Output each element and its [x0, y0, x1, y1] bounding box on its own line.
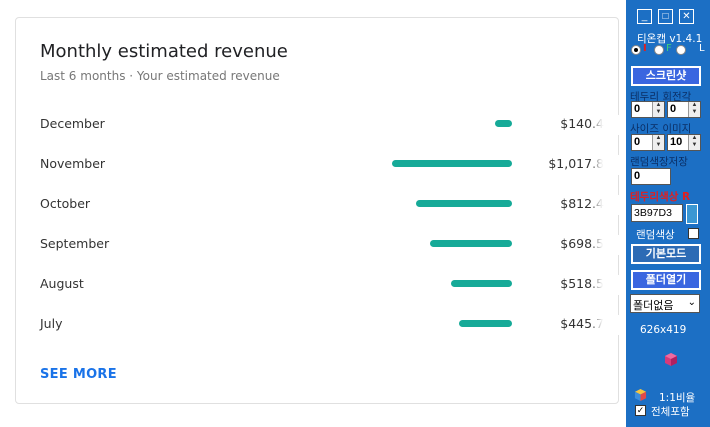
card-subtitle: Last 6 months · Your estimated revenue: [40, 69, 280, 83]
include-all-label: 전체포함: [651, 406, 690, 418]
image-spinner[interactable]: 10 ▲ ▼: [667, 134, 701, 151]
value-fade-overlay: [590, 115, 620, 135]
maximize-icon[interactable]: □: [658, 9, 673, 24]
revenue-row: October $812.4: [16, 195, 620, 237]
revenue-bar: [495, 120, 512, 127]
radio-l[interactable]: [676, 45, 686, 55]
revenue-row: July $445.7: [16, 315, 620, 357]
random-save-label: 랜덤색장저장: [630, 156, 688, 168]
revenue-row: August $518.5: [16, 275, 620, 317]
month-label: August: [40, 276, 84, 291]
image-value: 10: [670, 136, 683, 148]
size-spinner[interactable]: 0 ▲ ▼: [631, 134, 665, 151]
spin-arrows-icon[interactable]: ▲ ▼: [688, 135, 700, 150]
border-color-suffix: R: [681, 191, 691, 203]
revenue-row: December $140.4: [16, 115, 620, 157]
revenue-bar: [429, 240, 512, 247]
cube-icon[interactable]: [664, 352, 678, 370]
random-save-value: 0: [634, 170, 641, 182]
radio-f-label: F: [666, 43, 672, 54]
spin-arrows-icon[interactable]: ▲ ▼: [652, 102, 664, 117]
folder-select[interactable]: 폴더없음 ⌄: [630, 294, 700, 313]
month-label: October: [40, 196, 91, 211]
revenue-bar: [459, 320, 512, 327]
random-color-label: 랜덤색상: [636, 229, 675, 241]
radio-l-label: L: [699, 43, 705, 54]
value-fade-overlay: [590, 235, 620, 255]
month-label: November: [40, 156, 106, 171]
border-color-label: 테두리색상 R: [630, 189, 690, 204]
capture-area: Monthly estimated revenue Last 6 months …: [0, 0, 626, 427]
revenue-bar: [450, 280, 512, 287]
month-label: September: [40, 236, 110, 251]
revenue-bar: [416, 200, 512, 207]
rotate-value: 0: [670, 103, 677, 115]
open-folder-button[interactable]: 폴더열기: [631, 270, 701, 290]
rotate-spinner[interactable]: 0 ▲ ▼: [667, 101, 701, 118]
basic-mode-button[interactable]: 기본모드: [631, 244, 701, 264]
radio-i-label: I: [643, 43, 647, 54]
random-color-checkbox[interactable]: [688, 228, 699, 239]
month-label: July: [40, 316, 63, 331]
color-cube-icon[interactable]: [634, 388, 647, 405]
capture-dimensions: 626x419: [640, 324, 687, 336]
ratio-label: 1:1비율: [659, 392, 696, 404]
chevron-down-icon: ⌄: [687, 297, 696, 308]
spin-arrows-icon[interactable]: ▲ ▼: [688, 102, 700, 117]
close-icon[interactable]: ✕: [679, 9, 694, 24]
capture-tool-panel: _ □ ✕ 티온캡 v1.4.1 I F L 스크린샷 테두리 회전각 0 ▲ ▼ …: [626, 0, 710, 427]
revenue-card: Monthly estimated revenue Last 6 months …: [15, 17, 620, 404]
border-color-value: 3B97D3: [634, 207, 672, 219]
revenue-row: November $1,017.8: [16, 155, 620, 197]
border-spinner[interactable]: 0 ▲ ▼: [631, 101, 665, 118]
see-more-link[interactable]: SEE MORE: [40, 367, 117, 382]
month-label: December: [40, 116, 105, 131]
border-color-text: 테두리색상: [630, 191, 679, 203]
value-fade-overlay: [590, 315, 620, 335]
size-value: 0: [634, 136, 641, 148]
screenshot-button[interactable]: 스크린샷: [631, 66, 701, 86]
revenue-bar: [392, 160, 512, 167]
value-fade-overlay: [590, 195, 620, 215]
radio-i[interactable]: [631, 45, 641, 55]
value-fade-overlay: [590, 155, 620, 175]
border-value: 0: [634, 103, 641, 115]
revenue-row: September $698.5: [16, 235, 620, 277]
include-all-checkbox[interactable]: ✓: [635, 405, 646, 416]
random-save-input[interactable]: 0: [631, 168, 671, 185]
card-title: Monthly estimated revenue: [40, 41, 288, 62]
minimize-icon[interactable]: _: [637, 9, 652, 24]
border-color-swatch[interactable]: [686, 204, 698, 224]
folder-select-value: 폴더없음: [633, 300, 674, 312]
value-fade-overlay: [590, 275, 620, 295]
border-color-input[interactable]: 3B97D3: [631, 204, 683, 222]
spin-arrows-icon[interactable]: ▲ ▼: [652, 135, 664, 150]
radio-f[interactable]: [654, 45, 664, 55]
